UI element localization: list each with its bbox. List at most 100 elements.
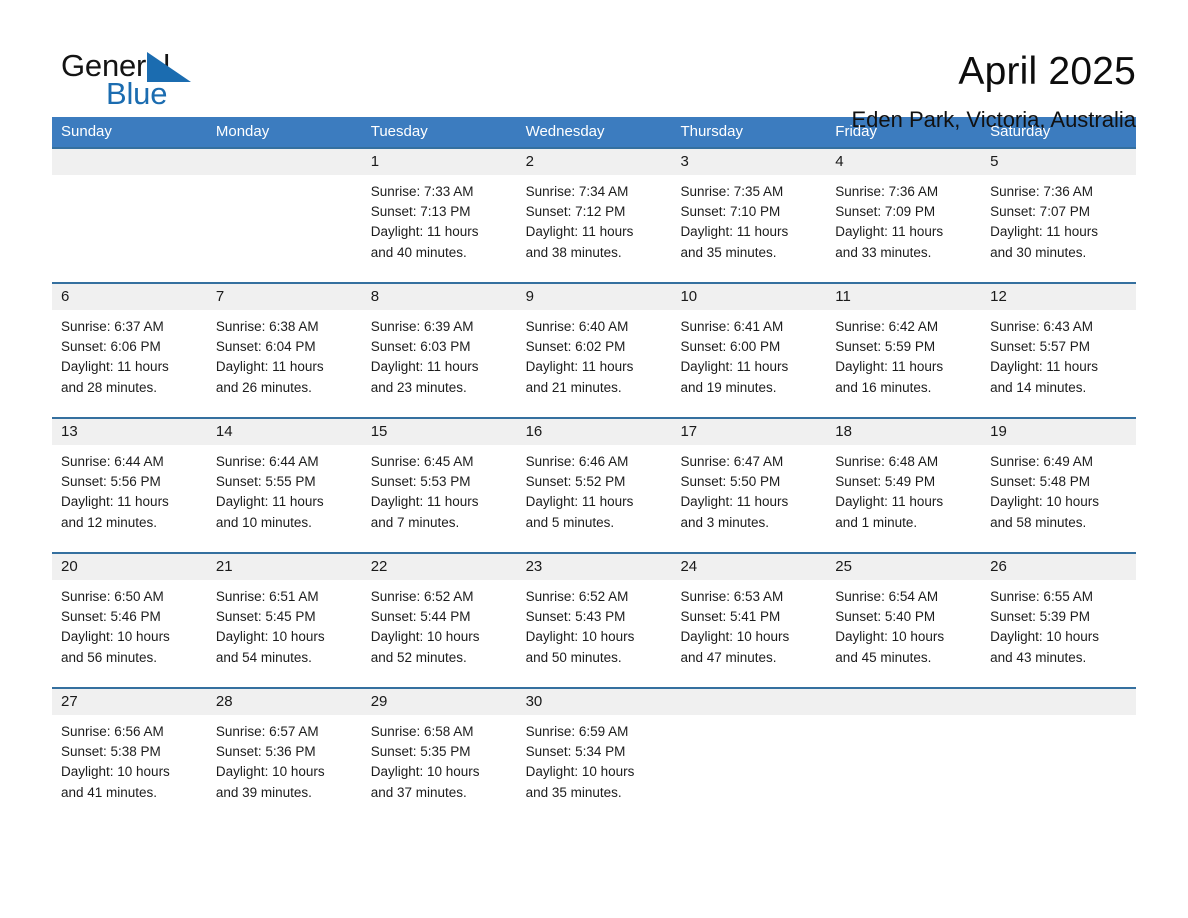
day-cell[interactable]: Sunrise: 7:33 AM Sunset: 7:13 PM Daylight:… <box>362 175 517 282</box>
day-number[interactable]: 9 <box>517 284 672 310</box>
day-cell[interactable]: Sunrise: 6:54 AM Sunset: 5:40 PM Daylight:… <box>826 580 981 687</box>
day-cell-empty <box>52 175 207 282</box>
day-number[interactable]: 8 <box>362 284 517 310</box>
day-detail-line: and 5 minutes. <box>525 514 615 530</box>
day-number[interactable]: 10 <box>671 284 826 310</box>
day-detail-line: Sunrise: 6:44 AM <box>61 454 164 469</box>
day-cell[interactable]: Sunrise: 6:57 AM Sunset: 5:36 PM Daylight:… <box>207 715 362 822</box>
day-number[interactable]: 16 <box>517 419 672 445</box>
day-detail-line: Sunrise: 6:53 AM <box>680 589 784 604</box>
day-number[interactable]: 19 <box>981 419 1136 445</box>
day-detail-line: Sunrise: 6:40 AM <box>525 319 629 334</box>
day-detail-line: Daylight: 10 hours <box>680 629 790 645</box>
day-cell[interactable]: Sunrise: 6:46 AM Sunset: 5:52 PM Daylight:… <box>517 445 672 552</box>
day-detail-line: Daylight: 11 hours <box>370 359 479 375</box>
day-detail-band: Sunrise: 6:44 AM Sunset: 5:56 PM Daylight:… <box>52 445 1136 552</box>
day-number[interactable]: 11 <box>826 284 981 310</box>
day-detail-line: Sunset: 5:55 PM <box>215 474 316 490</box>
day-detail-line: and 43 minutes. <box>990 649 1087 665</box>
day-cell[interactable]: Sunrise: 6:41 AM Sunset: 6:00 PM Daylight:… <box>671 310 826 417</box>
day-detail-line: Sunset: 5:36 PM <box>215 744 316 760</box>
day-detail-line: Sunset: 6:03 PM <box>370 339 471 355</box>
day-cell[interactable]: Sunrise: 7:34 AM Sunset: 7:12 PM Daylight:… <box>517 175 672 282</box>
day-cell[interactable]: Sunrise: 7:36 AM Sunset: 7:07 PM Daylight:… <box>981 175 1136 282</box>
day-cell[interactable]: Sunrise: 6:45 AM Sunset: 5:53 PM Daylight:… <box>362 445 517 552</box>
day-cell[interactable]: Sunrise: 6:52 AM Sunset: 5:43 PM Daylight:… <box>517 580 672 687</box>
day-number[interactable]: 5 <box>981 149 1136 175</box>
day-number[interactable]: 13 <box>52 419 207 445</box>
day-number[interactable]: 21 <box>207 554 362 580</box>
day-cell[interactable]: Sunrise: 6:43 AM Sunset: 5:57 PM Daylight:… <box>981 310 1136 417</box>
day-number[interactable]: 15 <box>362 419 517 445</box>
day-number[interactable]: 27 <box>52 689 207 715</box>
day-cell[interactable]: Sunrise: 6:53 AM Sunset: 5:41 PM Daylight:… <box>671 580 826 687</box>
day-number[interactable]: 23 <box>517 554 672 580</box>
day-number[interactable]: 2 <box>517 149 672 175</box>
day-cell[interactable]: Sunrise: 6:55 AM Sunset: 5:39 PM Daylight:… <box>981 580 1136 687</box>
day-detail-line: and 26 minutes. <box>215 379 312 395</box>
day-cell[interactable]: Sunrise: 7:35 AM Sunset: 7:10 PM Daylight:… <box>671 175 826 282</box>
day-number[interactable]: 1 <box>362 149 517 175</box>
day-number[interactable]: 14 <box>207 419 362 445</box>
day-detail-line: Sunset: 6:00 PM <box>680 339 781 355</box>
day-cell[interactable]: Sunrise: 6:44 AM Sunset: 5:56 PM Daylight:… <box>52 445 207 552</box>
day-detail-line: Sunrise: 6:39 AM <box>370 319 474 334</box>
day-cell[interactable]: Sunrise: 6:58 AM Sunset: 5:35 PM Daylight:… <box>362 715 517 822</box>
day-number[interactable]: 7 <box>207 284 362 310</box>
day-number[interactable]: 24 <box>671 554 826 580</box>
day-cell[interactable]: Sunrise: 6:52 AM Sunset: 5:44 PM Daylight:… <box>362 580 517 687</box>
date-number-band: 12345 <box>52 149 1136 175</box>
day-detail-line: Sunrise: 6:48 AM <box>835 454 939 469</box>
day-cell[interactable]: Sunrise: 6:56 AM Sunset: 5:38 PM Daylight:… <box>52 715 207 822</box>
day-cell[interactable]: Sunrise: 6:47 AM Sunset: 5:50 PM Daylight:… <box>671 445 826 552</box>
day-detail-line: and 21 minutes. <box>525 379 622 395</box>
day-number[interactable]: 22 <box>362 554 517 580</box>
day-number[interactable]: 4 <box>826 149 981 175</box>
day-detail-line: Daylight: 10 hours <box>215 629 325 645</box>
day-cell[interactable]: Sunrise: 7:36 AM Sunset: 7:09 PM Daylight:… <box>826 175 981 282</box>
day-number[interactable]: 6 <box>52 284 207 310</box>
day-number[interactable]: 20 <box>52 554 207 580</box>
calendar-week-row: 1 2 3 4 5 Sunrise: 7:33 AM Sunset: 7:13 PM Dayl… <box>52 147 1136 282</box>
day-detail-line: and 16 minutes. <box>835 379 932 395</box>
day-detail-line: Sunrise: 6:50 AM <box>61 589 164 604</box>
day-number[interactable]: 30 <box>517 689 672 715</box>
day-cell[interactable]: Sunrise: 6:40 AM Sunset: 6:02 PM Daylight:… <box>517 310 672 417</box>
day-detail-line: Sunset: 7:10 PM <box>680 204 781 220</box>
day-cell[interactable]: Sunrise: 6:44 AM Sunset: 5:55 PM Daylight:… <box>207 445 362 552</box>
day-detail-line: and 7 minutes. <box>370 514 460 530</box>
day-number[interactable]: 28 <box>207 689 362 715</box>
day-cell[interactable]: Sunrise: 6:51 AM Sunset: 5:45 PM Daylight:… <box>207 580 362 687</box>
day-detail-band: Sunrise: 7:33 AM Sunset: 7:13 PM Daylight:… <box>52 175 1136 282</box>
day-number[interactable]: 26 <box>981 554 1136 580</box>
day-detail-line: Daylight: 10 hours <box>990 629 1099 645</box>
day-cell[interactable]: Sunrise: 6:49 AM Sunset: 5:48 PM Daylight:… <box>981 445 1136 552</box>
day-cell[interactable]: Sunrise: 6:37 AM Sunset: 6:06 PM Daylight:… <box>52 310 207 417</box>
day-cell[interactable]: Sunrise: 6:42 AM Sunset: 5:59 PM Daylight:… <box>826 310 981 417</box>
day-cell[interactable]: Sunrise: 6:39 AM Sunset: 6:03 PM Daylight:… <box>362 310 517 417</box>
day-number[interactable]: 12 <box>981 284 1136 310</box>
day-cell-empty <box>981 715 1136 822</box>
day-detail-line: and 38 minutes. <box>525 244 622 260</box>
day-detail-line: Daylight: 10 hours <box>61 629 170 645</box>
day-number[interactable]: 25 <box>826 554 981 580</box>
day-cell[interactable]: Sunrise: 6:48 AM Sunset: 5:49 PM Daylight:… <box>826 445 981 552</box>
day-detail-line: Sunrise: 7:36 AM <box>835 184 939 199</box>
day-detail-line: Daylight: 11 hours <box>680 224 789 240</box>
day-detail-line: Sunrise: 6:59 AM <box>525 724 629 739</box>
day-detail-line: Sunset: 6:06 PM <box>61 339 161 355</box>
day-cell[interactable]: Sunrise: 6:50 AM Sunset: 5:46 PM Daylight:… <box>52 580 207 687</box>
day-detail-line: and 58 minutes. <box>990 514 1087 530</box>
day-number[interactable]: 29 <box>362 689 517 715</box>
calendar-week-row: 20 21 22 23 24 25 26 Sunrise: 6:50 AM Sunset: 5:… <box>52 552 1136 687</box>
day-detail-line: and 19 minutes. <box>680 379 777 395</box>
page-title: April 2025 <box>958 50 1136 93</box>
day-cell[interactable]: Sunrise: 6:59 AM Sunset: 5:34 PM Daylight:… <box>517 715 672 822</box>
day-detail-line: Sunset: 5:49 PM <box>835 474 936 490</box>
day-number[interactable]: 18 <box>826 419 981 445</box>
day-detail-line: Sunrise: 6:58 AM <box>370 724 474 739</box>
day-number[interactable]: 17 <box>671 419 826 445</box>
day-detail-line: Sunset: 5:38 PM <box>61 744 161 760</box>
day-cell[interactable]: Sunrise: 6:38 AM Sunset: 6:04 PM Daylight:… <box>207 310 362 417</box>
day-number[interactable]: 3 <box>671 149 826 175</box>
